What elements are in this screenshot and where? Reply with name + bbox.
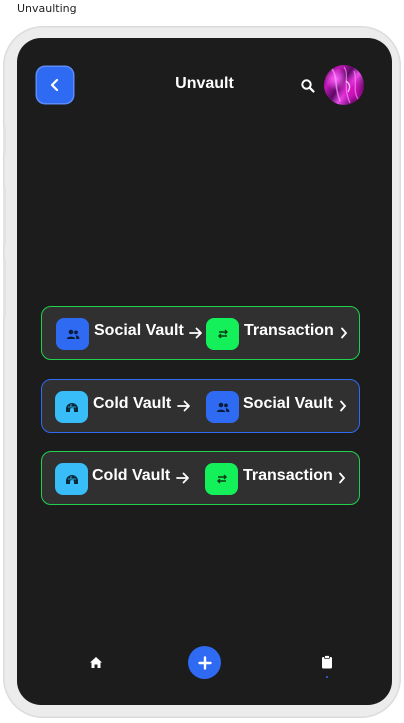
plus-icon [197,655,212,670]
arrow-right-icon [177,400,190,412]
home-icon[interactable] [89,656,103,669]
transaction-tile [206,318,239,350]
add-button[interactable] [188,646,221,679]
chevron-right-icon [339,472,346,484]
search-icon[interactable] [300,78,316,94]
arrow-right-icon [189,327,202,339]
app-screen: Unvault Social Vault Transaction Cold Va… [17,38,392,705]
to-label: Transaction [244,322,334,339]
igloo-icon [65,402,78,412]
social-vault-tile [206,391,239,423]
from-label: Cold Vault [93,395,172,412]
users-icon [66,329,79,339]
from-label: Social Vault [94,322,184,339]
arrow-right-icon [176,472,189,484]
to-label: Transaction [243,467,333,484]
window-label: Unvaulting [17,2,77,15]
users-icon [216,402,229,412]
social-vault-tile [56,318,89,350]
side-button [3,126,6,154]
igloo-icon [65,474,78,484]
swap-icon [217,329,228,339]
active-indicator [326,676,328,678]
chevron-right-icon [340,400,347,412]
from-label: Cold Vault [92,467,171,484]
clipboard-icon[interactable] [321,655,333,669]
side-button [3,186,6,246]
avatar[interactable] [324,65,364,105]
route-card-cold-to-transaction[interactable]: Cold Vault Transaction [41,451,360,505]
to-label: Social Vault [243,395,333,412]
avatar-art [331,66,359,104]
route-card-social-to-transaction[interactable]: Social Vault Transaction [41,306,360,360]
swap-icon [216,474,227,484]
side-button [3,258,6,318]
cold-vault-tile [55,391,88,423]
route-card-cold-to-social[interactable]: Cold Vault Social Vault [41,379,360,433]
cold-vault-tile [55,463,88,495]
transaction-tile [205,463,238,495]
chevron-right-icon [341,327,348,339]
